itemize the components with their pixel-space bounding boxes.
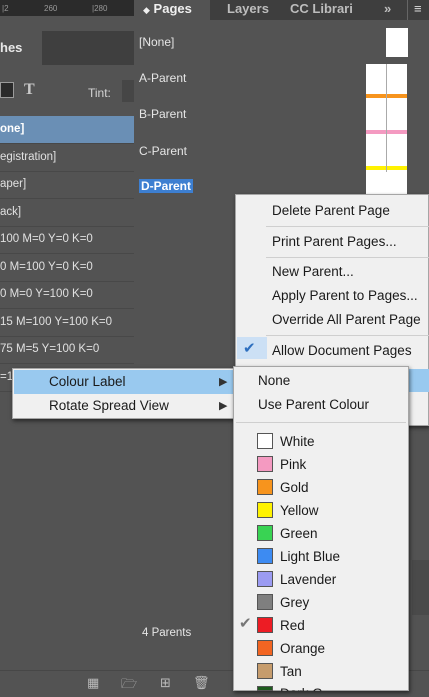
- swatch-row[interactable]: ack]: [0, 199, 134, 227]
- collapse-icon[interactable]: ◆: [143, 5, 150, 15]
- orange-swatch: [257, 640, 273, 656]
- parent-a-thumb[interactable]: [366, 64, 407, 100]
- pink-swatch: [257, 456, 273, 472]
- menu-use-parent-colour[interactable]: Use Parent Colour: [258, 397, 369, 412]
- menu-print-parent[interactable]: Print Parent Pages...: [272, 234, 397, 249]
- tab-cc-libraries[interactable]: CC Librari: [290, 0, 353, 20]
- menu-colour-label[interactable]: Colour Label: [49, 374, 126, 389]
- chevron-right-icon: ▶: [219, 400, 228, 412]
- tint-input[interactable]: [122, 80, 134, 102]
- tab-swatches[interactable]: hes: [0, 31, 42, 65]
- dark-green-swatch: [257, 686, 273, 691]
- menu-separator: [266, 335, 429, 336]
- text-format-icon[interactable]: T: [24, 81, 35, 99]
- spread-divider: [386, 64, 387, 100]
- menu-rotate-spread[interactable]: Rotate Spread View: [49, 398, 169, 413]
- swatch-row[interactable]: 0 M=100 Y=0 K=0: [0, 254, 134, 282]
- menu-separator: [266, 257, 429, 258]
- parent-none-thumb[interactable]: [386, 28, 408, 57]
- swatch-row[interactable]: 15 M=100 Y=100 K=0: [0, 309, 134, 337]
- fill-stroke-icon[interactable]: [0, 82, 14, 98]
- swatch-row[interactable]: one]: [0, 116, 134, 144]
- ruler: |2 260 |280: [0, 0, 134, 16]
- tan-swatch: [257, 663, 273, 679]
- red-swatch: [257, 617, 273, 633]
- green-swatch: [257, 525, 273, 541]
- menu-new-parent[interactable]: New Parent...: [272, 264, 354, 279]
- swatch-list: [234, 425, 235, 426]
- spread-divider: [386, 136, 387, 172]
- menu-apply-parent[interactable]: Apply Parent to Pages...: [272, 288, 418, 303]
- folder-icon[interactable]: 🗁: [121, 675, 137, 697]
- tab-pages[interactable]: ◆ Pages: [135, 0, 210, 20]
- menu-delete-parent[interactable]: Delete Parent Page: [272, 203, 390, 218]
- panel-menu-icon[interactable]: ≡: [407, 0, 429, 20]
- check-icon: ✔: [239, 615, 252, 632]
- gold-swatch: [257, 479, 273, 495]
- check-icon: ✔: [243, 340, 256, 357]
- parent-none[interactable]: [None]: [139, 35, 174, 49]
- swatch-row[interactable]: egistration]: [0, 144, 134, 172]
- swatch-row[interactable]: 100 M=0 Y=0 K=0: [0, 226, 134, 254]
- menu-allow-document-pages[interactable]: Allow Document Pages: [272, 343, 412, 358]
- ruler-tick: |2: [2, 4, 9, 13]
- new-color-group-icon[interactable]: ▦: [87, 675, 99, 691]
- ruler-tick: |280: [92, 4, 108, 13]
- scrollbar[interactable]: [412, 560, 429, 615]
- tab-layers[interactable]: Layers: [227, 0, 269, 20]
- menu-override-parent[interactable]: Override All Parent Page: [272, 312, 421, 327]
- menu-colour-none[interactable]: None: [258, 373, 290, 388]
- hamburger-icon[interactable]: ≡: [414, 1, 422, 16]
- yellow-swatch: [257, 502, 273, 518]
- swatch-row[interactable]: aper]: [0, 171, 134, 199]
- ruler-tick: 260: [44, 4, 58, 13]
- parents-count: 4 Parents: [142, 627, 192, 639]
- swatch-row[interactable]: 0 M=0 Y=100 K=0: [0, 281, 134, 309]
- chevron-right-icon: ▶: [219, 376, 228, 388]
- spread-divider: [386, 100, 387, 136]
- new-swatch-icon[interactable]: ⊞: [160, 675, 171, 691]
- parent-a[interactable]: A-Parent: [139, 71, 186, 85]
- menu-separator: [266, 226, 429, 227]
- highlight-edge: [408, 369, 429, 392]
- swatches-toolbar: [0, 66, 134, 114]
- grey-swatch: [257, 594, 273, 610]
- delete-icon[interactable]: 🗑: [193, 675, 210, 691]
- tab-strip: [42, 31, 134, 65]
- parent-c[interactable]: C-Parent: [139, 144, 187, 158]
- context-menu: Colour Label ▶ Rotate Spread View ▶: [12, 368, 236, 419]
- parent-b[interactable]: B-Parent: [139, 107, 186, 121]
- parent-d[interactable]: D-Parent: [139, 179, 194, 193]
- more-tabs-icon[interactable]: »: [384, 0, 391, 20]
- light-blue-swatch: [257, 548, 273, 564]
- menu-separator: [236, 422, 406, 423]
- parent-b-thumb[interactable]: [366, 100, 407, 136]
- swatch-row[interactable]: 75 M=5 Y=100 K=0: [0, 336, 134, 364]
- parent-c-thumb[interactable]: [366, 136, 407, 172]
- lavender-swatch: [257, 571, 273, 587]
- tint-label: Tint:: [88, 86, 111, 100]
- white-swatch: [257, 433, 273, 449]
